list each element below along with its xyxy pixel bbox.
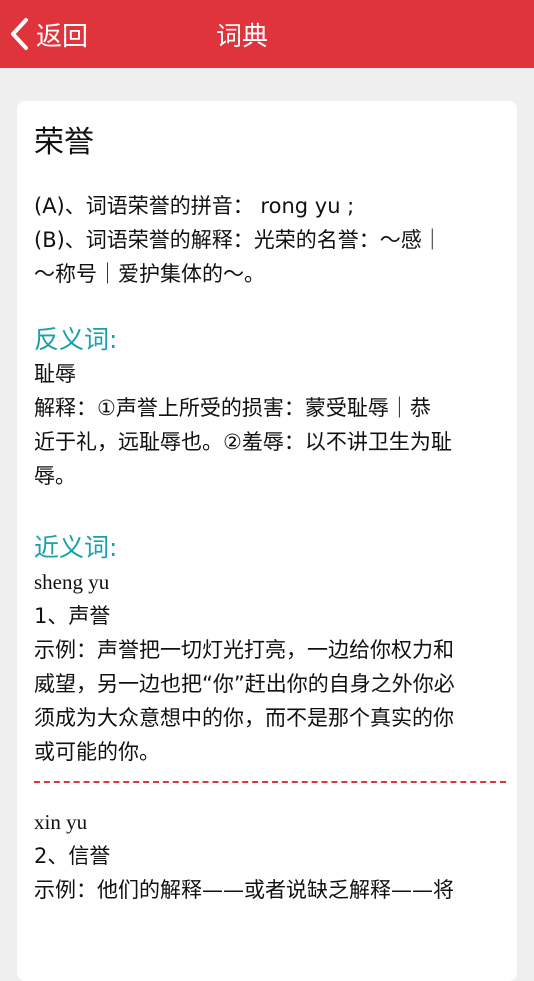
synonym-word: 2、信誉: [34, 844, 111, 868]
synonym-pinyin: xin yu: [34, 810, 88, 834]
antonym-heading: 反义词:: [34, 325, 118, 354]
back-label: 返回: [36, 21, 89, 52]
synonym-item: xin yu 2、信誉 示例：他们的解释——或者说缺乏解释——将: [34, 805, 506, 907]
entry-content: 荣誉 (A)、词语荣誉的拼音： rong yu ; (B)、词语荣誉的解释：光荣…: [34, 123, 506, 907]
synonym-example-line: 须成为大众意想中的你，而不是那个真实的你: [34, 706, 454, 730]
antonym-word: 耻辱: [34, 362, 76, 386]
synonym-example-line: 威望，另一边也把“你”赶出你的自身之外你必: [34, 672, 455, 696]
synonym-item: sheng yu 1、声誉 示例：声誉把一切灯光打亮，一边给你权力和 威望，另一…: [34, 565, 506, 769]
entry-word: 荣誉: [34, 125, 94, 160]
back-button[interactable]: 返回: [8, 12, 88, 56]
chevron-left-icon: [8, 17, 30, 51]
navbar: 返回 词典: [0, 0, 534, 68]
synonym-pinyin: sheng yu: [34, 570, 110, 594]
definition-line: ～称号｜爱护集体的～。: [34, 262, 265, 286]
pinyin-line: (A)、词语荣誉的拼音： rong yu ;: [34, 194, 355, 218]
antonym-explain-line: 近于礼，远耻辱也。②羞辱：以不讲卫生为耻: [34, 430, 452, 454]
definition-line: (B)、词语荣誉的解释：光荣的名誉：～感｜: [34, 228, 443, 252]
synonym-word: 1、声誉: [34, 604, 111, 628]
antonym-explain-line: 辱。: [34, 464, 76, 488]
antonym-explain-line: 解释：①声誉上所受的损害：蒙受耻辱｜恭: [34, 396, 431, 420]
synonym-example-line: 示例：他们的解释——或者说缺乏解释——将: [34, 878, 454, 902]
synonym-heading: 近义词:: [34, 533, 118, 562]
synonym-example-line: 示例：声誉把一切灯光打亮，一边给你权力和: [34, 638, 454, 662]
synonym-example-line: 或可能的你。: [34, 740, 160, 764]
dictionary-card: 荣誉 (A)、词语荣誉的拼音： rong yu ; (B)、词语荣誉的解释：光荣…: [17, 101, 517, 981]
